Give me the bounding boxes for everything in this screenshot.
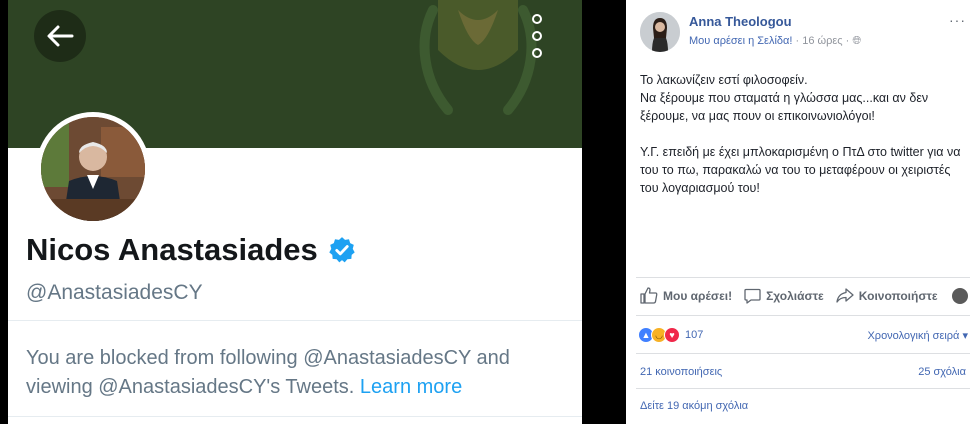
post-paragraph: Το λακωνίζειν εστί φιλοσοφείν. Να ξέρουμ… bbox=[640, 73, 929, 123]
profile-avatar[interactable] bbox=[36, 112, 150, 226]
portrait-image bbox=[41, 117, 145, 221]
twitter-screenshot: Nicos Anastasiades @AnastasiadesCY You a… bbox=[8, 0, 582, 424]
blocked-notice: You are blocked from following @Anastasi… bbox=[26, 347, 510, 398]
back-button[interactable] bbox=[34, 10, 86, 62]
thumbs-up-icon bbox=[640, 287, 658, 304]
like-page-link[interactable]: Μου αρέσει η Σελίδα! bbox=[689, 35, 792, 47]
divider bbox=[8, 416, 582, 417]
author-name[interactable]: Anna Theologou bbox=[689, 14, 792, 29]
share-icon bbox=[836, 288, 854, 303]
reactions-count: 107 bbox=[685, 329, 704, 341]
profile-name: Nicos Anastasiades bbox=[26, 232, 356, 268]
post-actions: Μου αρέσει! Σχολιάστε Κοινοποιήστε bbox=[640, 287, 980, 304]
post-paragraph: Υ.Γ. επειδή με έχει μπλοκαρισμένη ο ΠτΔ … bbox=[640, 145, 961, 195]
comment-button[interactable]: Σχολιάστε bbox=[744, 288, 824, 304]
globe-icon: 🌐︎ bbox=[852, 35, 862, 47]
more-options-button[interactable] bbox=[526, 14, 548, 58]
author-avatar[interactable] bbox=[640, 12, 680, 52]
love-reaction-icon: ♥ bbox=[664, 327, 680, 343]
divider bbox=[636, 388, 970, 389]
coat-of-arms-watermark bbox=[419, 0, 537, 115]
reactions-summary[interactable]: ▲ ◡ ♥ 107 bbox=[638, 327, 703, 343]
profile-handle: @AnastasiadesCY bbox=[26, 281, 203, 304]
page-avatar-icon[interactable] bbox=[951, 287, 968, 304]
comments-count-link[interactable]: 25 σχόλια bbox=[918, 366, 966, 378]
arrow-left-icon bbox=[47, 25, 74, 47]
like-button[interactable]: Μου αρέσει! bbox=[640, 287, 732, 304]
comment-order-dropdown[interactable]: Χρονολογική σειρά ▾ bbox=[867, 329, 968, 342]
shares-link[interactable]: 21 κοινοποιήσεις bbox=[640, 366, 722, 378]
post-time[interactable]: 16 ώρες bbox=[802, 35, 842, 47]
divider bbox=[636, 277, 970, 278]
post-meta: Μου αρέσει η Σελίδα! · 16 ώρες · 🌐︎ bbox=[689, 35, 862, 47]
post-text: Το λακωνίζειν εστί φιλοσοφείν. Να ξέρουμ… bbox=[640, 71, 970, 215]
learn-more-link[interactable]: Learn more bbox=[360, 376, 462, 398]
verified-badge-icon bbox=[329, 237, 355, 263]
share-button[interactable]: Κοινοποιήστε bbox=[836, 288, 938, 303]
divider bbox=[8, 320, 582, 321]
comment-icon bbox=[744, 288, 761, 304]
divider bbox=[636, 315, 970, 316]
vertical-dots-icon bbox=[532, 14, 542, 24]
view-more-comments-link[interactable]: Δείτε 19 ακόμη σχόλια bbox=[640, 400, 748, 412]
facebook-post: Anna Theologou Μου αρέσει η Σελίδα! · 16… bbox=[626, 0, 980, 424]
horizontal-dots-icon[interactable]: ··· bbox=[949, 12, 966, 28]
divider bbox=[636, 353, 970, 354]
